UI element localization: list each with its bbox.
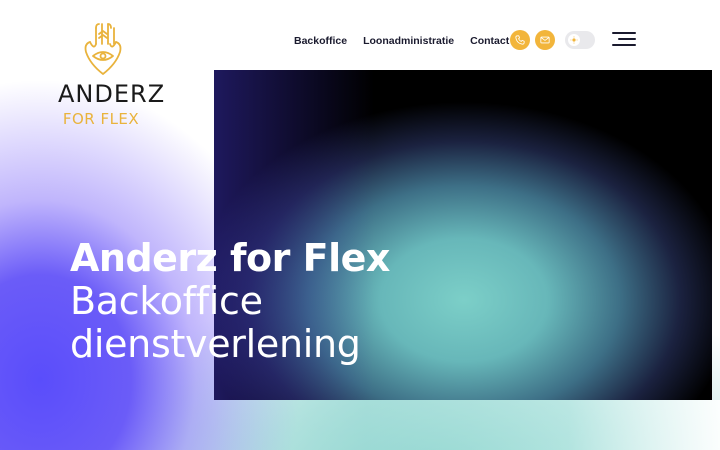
hamburger-menu-button[interactable] (612, 30, 636, 48)
main-navigation: Backoffice Loonadministratie Contact (294, 34, 509, 48)
menu-line (612, 44, 636, 46)
hamsa-hand-icon (84, 23, 122, 75)
site-logo[interactable]: ANDERZ FOR FLEX (58, 20, 166, 130)
bottom-gradient-strip (214, 400, 720, 450)
hero-subtitle-line1: Backoffice (70, 279, 263, 323)
nav-item-backoffice[interactable]: Backoffice (294, 34, 347, 48)
phone-button[interactable] (510, 30, 530, 50)
theme-toggle[interactable] (565, 31, 595, 49)
hero-headline: Anderz for Flex Backoffice dienstverleni… (70, 236, 390, 366)
nav-item-contact[interactable]: Contact (470, 34, 509, 48)
nav-item-loonadministratie[interactable]: Loonadministratie (363, 34, 454, 48)
hamburger-menu-icon (612, 32, 636, 34)
menu-line (618, 38, 636, 40)
mail-button[interactable] (535, 30, 555, 50)
phone-icon (515, 35, 525, 45)
hero-title: Anderz for Flex (70, 236, 390, 280)
logo-wordmark: ANDERZ (58, 80, 166, 108)
toggle-knob (568, 34, 580, 46)
hero-subtitle-line2: dienstverlening (70, 322, 361, 366)
mail-icon (540, 36, 550, 44)
sun-icon (570, 36, 578, 44)
logo-tagline: FOR FLEX (62, 110, 140, 128)
